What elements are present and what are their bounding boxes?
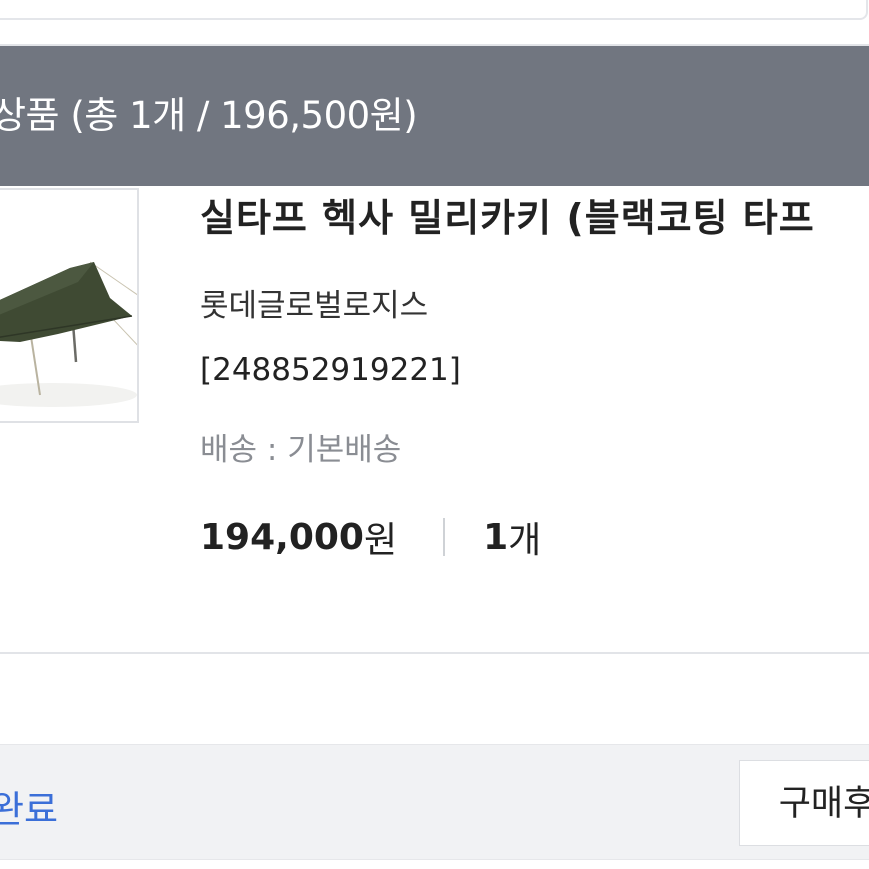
order-number: [248852919221] bbox=[200, 352, 461, 388]
divider bbox=[443, 518, 446, 556]
product-title[interactable]: 실타프 헥사 밀리카키 (블랙코팅 타프 bbox=[200, 188, 815, 248]
order-detail-screen: 상품 (총 1개 / 196,500원) 실타프 헥사 밀리카키 (블랙코팅 타… bbox=[0, 0, 869, 869]
price-quantity-row: 194,000 원 1 개 bbox=[200, 512, 541, 562]
order-summary-header: 상품 (총 1개 / 196,500원) bbox=[0, 46, 869, 186]
order-status: 완료 bbox=[0, 788, 59, 831]
seller-name: 롯데글로벌로지스 bbox=[200, 288, 429, 324]
price-unit: 원 bbox=[363, 520, 398, 561]
tarp-product-image bbox=[0, 190, 137, 421]
product-quantity: 1 bbox=[483, 516, 509, 558]
product-price: 194,000 bbox=[200, 516, 364, 558]
previous-card bbox=[0, 0, 868, 20]
product-thumbnail[interactable] bbox=[0, 188, 139, 423]
order-status-bar: 완료 구매후 bbox=[0, 744, 869, 860]
order-summary-text: 상품 (총 1개 / 196,500원) bbox=[0, 94, 418, 137]
shipping-method: 배송 : 기본배송 bbox=[200, 432, 402, 468]
write-review-button[interactable]: 구매후 bbox=[739, 760, 869, 846]
quantity-unit: 개 bbox=[508, 520, 542, 561]
